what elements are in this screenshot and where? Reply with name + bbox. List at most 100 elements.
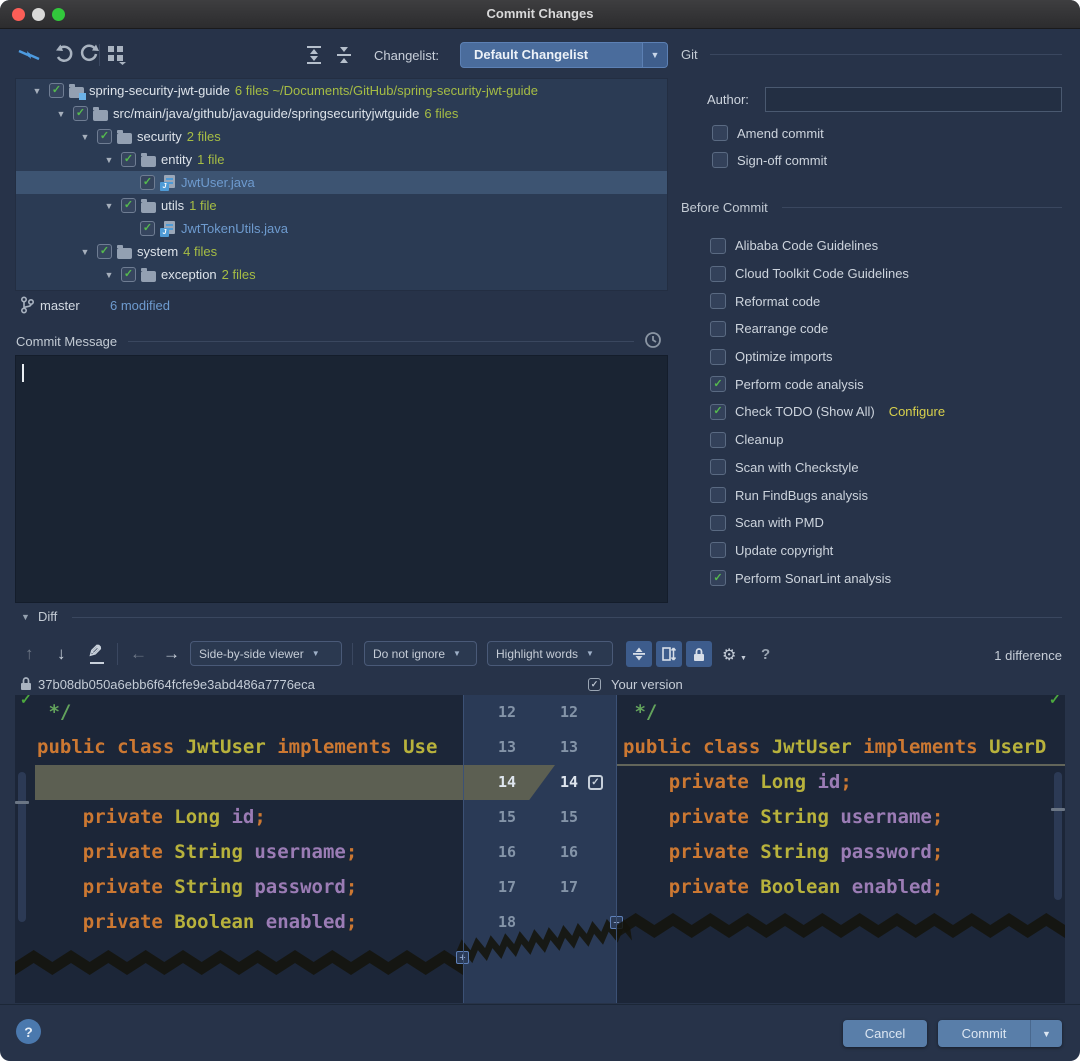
amend-commit-option[interactable]: Amend commit [712,123,824,143]
signoff-commit-option[interactable]: Sign-off commit [712,150,827,170]
checkbox[interactable] [710,515,726,531]
author-input[interactable] [765,87,1062,112]
option-copyright[interactable]: Update copyright [710,537,945,565]
tree-row-security[interactable]: ▼ ✓ security 2 files [16,125,667,148]
tree-row-entity[interactable]: ▼ ✓ entity 1 file [16,148,667,171]
option-pmd[interactable]: Scan with PMD [710,509,945,537]
tree-checkbox[interactable]: ✓ [121,267,136,282]
checkbox[interactable]: ✓ [710,404,726,420]
disable-editing-lock-icon[interactable] [686,641,712,667]
checkbox[interactable] [710,266,726,282]
diff-settings-gear-icon[interactable]: ⚙ [722,645,736,665]
tree-checkbox[interactable]: ✓ [97,244,112,259]
show-diff-icon[interactable] [17,43,41,67]
collapse-all-icon[interactable] [335,45,353,70]
option-alibaba[interactable]: Alibaba Code Guidelines [710,232,945,260]
tree-row-project[interactable]: ▼ ✓ spring-security-jwt-guide 6 files ~/… [16,79,667,102]
tree-row-utils[interactable]: ▼ ✓ utils 1 file [16,194,667,217]
checkbox[interactable] [710,459,726,475]
checkbox[interactable] [710,542,726,558]
checkbox[interactable]: ✓ [710,570,726,586]
include-change-checkbox[interactable]: ✓ [588,775,603,790]
option-cleanup[interactable]: Cleanup [710,426,945,454]
checkbox[interactable] [710,321,726,337]
amend-checkbox[interactable] [712,125,728,141]
checkbox[interactable] [710,487,726,503]
next-change-icon[interactable]: → [163,644,180,664]
option-checkstyle[interactable]: Scan with Checkstyle [710,454,945,482]
option-cloud-toolkit[interactable]: Cloud Toolkit Code Guidelines [710,260,945,288]
option-reformat[interactable]: Reformat code [710,287,945,315]
checkbox[interactable] [710,349,726,365]
chevron-expanded-icon[interactable]: ▼ [54,109,68,119]
configure-link[interactable]: Configure [889,404,945,419]
option-check-todo[interactable]: ✓Check TODO (Show All)Configure [710,398,945,426]
tree-row-src[interactable]: ▼ ✓ src/main/java/github/javaguide/sprin… [16,102,667,125]
tree-checkbox[interactable]: ✓ [49,83,64,98]
diff-left-pane[interactable]: */ public class JwtUser implements Use p… [15,695,463,1003]
previous-change-icon[interactable]: ← [130,644,147,664]
tree-row-partial[interactable]: ✓ J [16,286,667,291]
modified-count-link[interactable]: 6 modified [110,298,170,313]
checkbox[interactable] [710,293,726,309]
left-scrollbar-thumb[interactable] [18,772,26,922]
tree-row-jwttokenutils[interactable]: ✓ J JwtTokenUtils.java [16,217,667,240]
diff-help-icon[interactable]: ? [761,646,770,663]
changelist-select[interactable]: Default Changelist ▼ [460,42,668,68]
option-code-analysis[interactable]: ✓Perform code analysis [710,370,945,398]
chevron-expanded-icon[interactable]: ▼ [78,132,92,142]
option-sonarlint[interactable]: ✓Perform SonarLint analysis [710,564,945,592]
option-rearrange[interactable]: Rearrange code [710,315,945,343]
next-difference-icon[interactable]: ↓ [57,644,66,664]
tree-checkbox[interactable]: ✓ [121,198,136,213]
tree-checkbox[interactable]: ✓ [97,129,112,144]
option-findbugs[interactable]: Run FindBugs analysis [710,481,945,509]
expand-all-icon[interactable] [305,45,323,70]
highlight-mode-select[interactable]: Highlight words▼ [487,641,613,666]
commit-message-input[interactable] [15,355,668,603]
chevron-expanded-icon[interactable]: ▼ [78,247,92,257]
chevron-down-icon[interactable]: ▼ [642,43,667,67]
checkbox[interactable]: ✓ [710,376,726,392]
edit-source-icon[interactable]: ✎ [88,642,102,662]
tree-row-system[interactable]: ▼ ✓ system 4 files [16,240,667,263]
your-version-checkbox[interactable]: ✓ [588,678,601,691]
tree-row-exception[interactable]: ▼ ✓ exception 2 files [16,263,667,286]
revision-hash: 37b08db050a6ebb6f64fcfe9e3abd486a7776eca [38,677,315,692]
checkbox[interactable] [710,238,726,254]
tree-checkbox[interactable]: ✓ [140,290,155,291]
rollback-icon[interactable] [53,43,75,70]
refresh-icon[interactable] [78,43,100,70]
message-history-icon[interactable] [644,331,662,354]
checkbox[interactable] [710,432,726,448]
line-number-left: 17 [463,870,516,905]
chevron-expanded-icon[interactable]: ▼ [30,86,44,96]
fold-marker[interactable] [1051,808,1065,811]
help-button[interactable]: ? [16,1019,41,1044]
tree-checkbox[interactable]: ✓ [140,221,155,236]
chevron-expanded-icon[interactable]: ▼ [102,201,116,211]
fold-marker[interactable] [15,801,29,804]
tree-row-jwtuser-selected[interactable]: ✓ J JwtUser.java [16,171,667,194]
option-optimize-imports[interactable]: Optimize imports [710,343,945,371]
chevron-expanded-icon[interactable]: ▼ [102,270,116,280]
commit-button[interactable]: Commit ▼ [938,1020,1062,1047]
previous-difference-icon[interactable]: ↑ [25,644,34,664]
cancel-button[interactable]: Cancel [843,1020,927,1047]
group-by-icon[interactable] [107,45,127,65]
chevron-expanded-icon[interactable]: ▼ [102,155,116,165]
diff-right-pane[interactable]: */ public class JwtUser implements UserD… [617,695,1065,1003]
diff-collapse-chevron-icon[interactable]: ▼ [21,612,30,622]
whitespace-ignore-select[interactable]: Do not ignore▼ [364,641,477,666]
tree-checkbox[interactable]: ✓ [121,152,136,167]
viewer-mode-select[interactable]: Side-by-side viewer▼ [190,641,342,666]
folded-region-zigzag[interactable] [15,945,463,977]
commit-options-chevron-icon[interactable]: ▼ [1031,1029,1062,1039]
right-scrollbar-thumb[interactable] [1054,772,1062,900]
collapse-unchanged-icon[interactable] [626,641,652,667]
sync-scroll-icon[interactable] [656,641,682,667]
tree-checkbox[interactable]: ✓ [140,175,155,190]
tree-checkbox[interactable]: ✓ [73,106,88,121]
signoff-checkbox[interactable] [712,152,728,168]
folded-region-zigzag[interactable] [617,908,1065,940]
